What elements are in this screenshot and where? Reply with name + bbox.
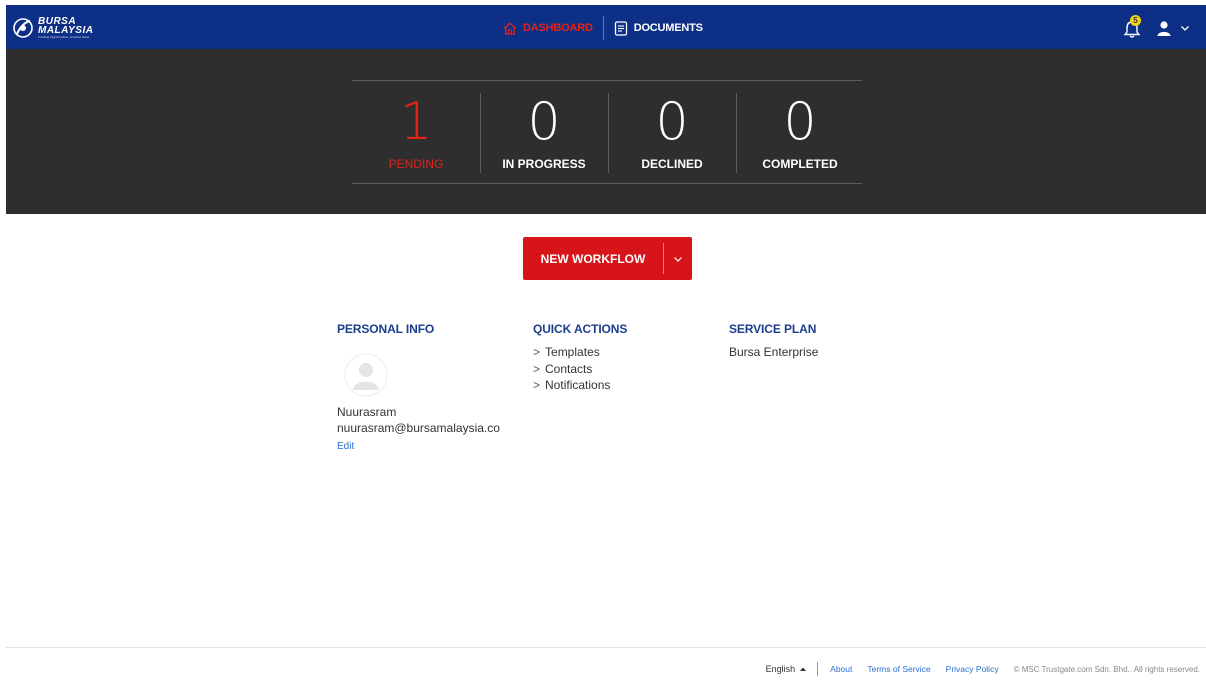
chevron-right-icon: > (533, 345, 541, 359)
quick-actions-section: QUICK ACTIONS > Templates > Contacts > Noti… (533, 322, 627, 394)
footer-link-about[interactable]: About (830, 664, 852, 674)
footer: English About Terms of Service Privacy P… (6, 647, 1206, 682)
new-workflow-button[interactable]: NEW WORKFLOW (523, 237, 692, 280)
quick-action-notifications[interactable]: > Notifications (533, 377, 627, 394)
logo-line2: MALAYSIA (38, 25, 94, 36)
nav-documents-label: DOCUMENTS (633, 22, 703, 34)
quick-action-label: Templates (545, 345, 600, 359)
chevron-right-icon: > (533, 378, 541, 392)
footer-content: English About Terms of Service Privacy P… (766, 662, 1200, 676)
user-menu-button[interactable] (1156, 20, 1190, 36)
chevron-down-icon (1181, 26, 1189, 31)
stat-completed-label: COMPLETED (762, 157, 838, 171)
footer-divider (817, 662, 819, 676)
caret-up-icon (800, 667, 807, 671)
nav-dashboard[interactable]: DASHBOARD (503, 21, 593, 35)
stat-in-progress-count: 0 (527, 92, 561, 152)
footer-link-privacy[interactable]: Privacy Policy (946, 664, 999, 674)
quick-actions-list: > Templates > Contacts > Notifications (533, 344, 627, 394)
avatar-placeholder-icon (344, 353, 388, 397)
stat-in-progress-label: IN PROGRESS (502, 157, 586, 171)
footer-link-terms[interactable]: Terms of Service (867, 664, 930, 674)
stat-completed-count: 0 (783, 92, 817, 152)
stat-declined[interactable]: 0 DECLINED (608, 93, 736, 177)
quick-action-contacts[interactable]: > Contacts (533, 361, 627, 378)
language-label: English (765, 664, 796, 674)
stat-pending-count: 1 (399, 92, 433, 152)
language-selector[interactable]: English (766, 664, 808, 674)
home-icon (503, 21, 517, 35)
service-plan-section: SERVICE PLAN Bursa Enterprise (729, 322, 818, 359)
quick-actions-title: QUICK ACTIONS (533, 322, 628, 336)
stat-in-progress[interactable]: 0 IN PROGRESS (480, 93, 608, 177)
nav-documents[interactable]: DOCUMENTS (614, 20, 703, 36)
app-frame: BURSA MALAYSIA Creating Opportunities, G… (6, 5, 1206, 682)
user-icon (1157, 21, 1171, 36)
edit-profile-link[interactable]: Edit (337, 441, 500, 452)
stat-completed[interactable]: 0 COMPLETED (736, 93, 864, 177)
personal-info-section: PERSONAL INFO Nuurasram nuurasram@bursam… (337, 322, 500, 452)
document-icon (614, 20, 627, 36)
personal-info-title: PERSONAL INFO (337, 322, 435, 336)
avatar (344, 353, 388, 397)
divider (352, 183, 862, 184)
status-summary: 1 PENDING 0 IN PROGRESS 0 DECLINED 0 COM… (6, 49, 1206, 214)
new-workflow-label: NEW WORKFLOW (540, 251, 646, 266)
stat-pending-label: PENDING (388, 157, 444, 171)
header-actions: 5 (1122, 15, 1190, 39)
quick-action-templates[interactable]: > Templates (533, 344, 627, 361)
bursa-logo[interactable]: BURSA MALAYSIA Creating Opportunities, G… (12, 15, 112, 41)
copyright-text: © MSC Trustgate.com Sdn. Bhd.. All right… (1013, 664, 1200, 674)
quick-action-label: Notifications (545, 378, 611, 392)
nav-divider (602, 16, 604, 40)
divider (352, 80, 862, 81)
chevron-down-icon (674, 256, 682, 262)
stat-declined-count: 0 (655, 92, 689, 152)
logo-text: BURSA MALAYSIA Creating Opportunities, G… (38, 17, 94, 40)
service-plan-title: SERVICE PLAN (729, 322, 817, 336)
stat-declined-label: DECLINED (641, 157, 703, 171)
stat-pending[interactable]: 1 PENDING (352, 93, 480, 177)
nav-dashboard-label: DASHBOARD (523, 22, 593, 34)
notification-badge: 5 (1130, 15, 1141, 26)
chevron-right-icon: > (533, 361, 541, 376)
top-navbar: BURSA MALAYSIA Creating Opportunities, G… (6, 5, 1206, 49)
notifications-button[interactable]: 5 (1122, 15, 1144, 39)
user-email: nuurasram@bursamalaysia.co (337, 421, 500, 435)
main-nav: DASHBOARD DOCUMENTS (503, 15, 703, 41)
logo-tagline: Creating Opportunities, Growing Value (38, 35, 90, 39)
new-workflow-dropdown[interactable] (664, 255, 692, 263)
user-name: Nuurasram (337, 405, 397, 419)
bursa-logo-icon (13, 18, 33, 38)
quick-action-label: Contacts (545, 361, 593, 376)
service-plan-name: Bursa Enterprise (729, 345, 819, 359)
